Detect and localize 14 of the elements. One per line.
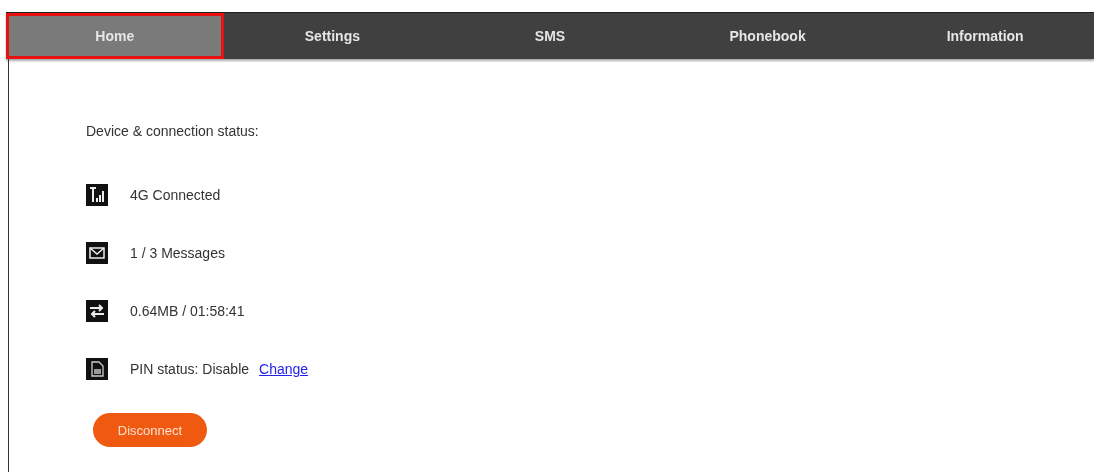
status-text: 4G Connected xyxy=(130,187,221,203)
sim-card-icon xyxy=(86,358,108,380)
change-link[interactable]: Change xyxy=(259,361,309,377)
section-heading: Device & connection status: xyxy=(86,123,260,139)
nav-tab[interactable]: Information xyxy=(876,13,1094,59)
nav-tab[interactable]: Settings xyxy=(223,13,442,59)
status-text: PIN status: Disable xyxy=(130,361,250,377)
nav-tab[interactable]: Phonebook xyxy=(658,13,877,59)
mail-icon xyxy=(86,242,108,264)
status-text: 1 / 3 Messages xyxy=(130,245,225,261)
transfer-icon xyxy=(86,300,108,322)
nav-tab[interactable]: SMS xyxy=(441,13,659,59)
status-text: 0.64MB / 01:58:41 xyxy=(130,303,245,319)
signal-icon xyxy=(86,184,108,206)
